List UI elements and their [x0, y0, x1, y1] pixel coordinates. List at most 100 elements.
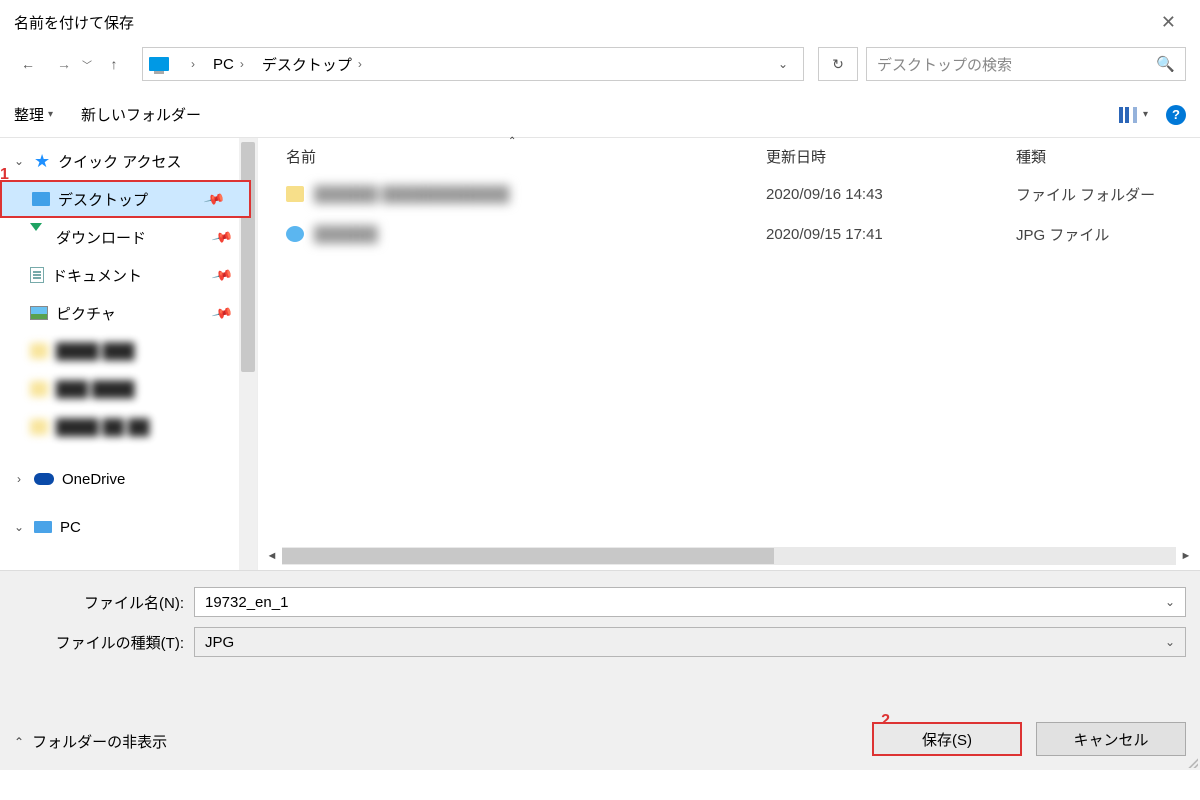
refresh-button[interactable]: ↻ — [818, 47, 858, 81]
view-icon — [1119, 107, 1137, 123]
tree-pc-label: PC — [60, 519, 81, 536]
tree-pictures[interactable]: ピクチャ 📌 — [0, 294, 257, 332]
pc-icon — [34, 521, 52, 533]
pictures-icon — [30, 306, 48, 320]
tree-quick-access-label: クイック アクセス — [58, 151, 181, 172]
navigation-row: ← → ﹀ ↑ › PC› デスクトップ› ⌄ ↻ デスクトップの検索 🔍 — [0, 44, 1200, 92]
chevron-down-icon[interactable]: ⌄ — [1165, 635, 1175, 649]
hide-folders-label: フォルダーの非表示 — [32, 731, 167, 752]
filetype-label: ファイルの種類(T): — [14, 632, 194, 653]
pin-icon: 📌 — [210, 301, 234, 324]
filetype-value: JPG — [205, 634, 234, 651]
download-icon — [30, 229, 48, 245]
tree-pictures-label: ピクチャ — [56, 303, 116, 324]
dialog-buttons: 保存(S) キャンセル — [872, 722, 1186, 756]
forward-button: → — [50, 50, 78, 78]
file-row-jpg[interactable]: ██████ 2020/09/15 17:41 JPG ファイル — [258, 214, 1200, 254]
column-name[interactable]: 名前 — [286, 146, 766, 167]
file-date: 2020/09/16 14:43 — [766, 186, 1016, 203]
tree-documents-label: ドキュメント — [52, 265, 142, 286]
scrollbar-track[interactable] — [282, 547, 1176, 565]
window-title: 名前を付けて保存 — [14, 12, 134, 33]
file-date: 2020/09/15 17:41 — [766, 226, 1016, 243]
folder-icon — [32, 192, 50, 206]
up-button[interactable]: ↑ — [100, 50, 128, 78]
resize-grip-icon[interactable] — [1186, 756, 1198, 768]
tree-item-blurred-label: ███ ████ — [56, 381, 135, 398]
document-icon — [30, 267, 44, 283]
breadcrumb-desktop[interactable]: デスクトップ› — [258, 54, 372, 75]
chevron-down-icon[interactable]: ⌄ — [12, 154, 26, 168]
scroll-left-icon[interactable]: ◄ — [262, 550, 282, 562]
column-date[interactable]: 更新日時 — [766, 146, 1016, 167]
folder-tree: 1 ⌄ ★ クイック アクセス デスクトップ 📌 ダウンロード 📌 ドキュメント… — [0, 138, 258, 570]
tree-desktop-label: デスクトップ — [58, 189, 148, 210]
tree-item-blurred-label: ████ ███ — [56, 343, 135, 360]
search-input[interactable]: デスクトップの検索 🔍 — [866, 47, 1186, 81]
filename-label: ファイル名(N): — [14, 592, 194, 613]
titlebar: 名前を付けて保存 ✕ — [0, 0, 1200, 44]
tree-onedrive-label: OneDrive — [62, 471, 125, 488]
horizontal-scrollbar[interactable]: ◄ ► — [262, 546, 1196, 566]
file-row-folder[interactable]: ██████ ████████████ 2020/09/16 14:43 ファイ… — [258, 174, 1200, 214]
sort-indicator-icon: ⌃ — [508, 136, 516, 147]
tree-pc[interactable]: ⌄ PC — [0, 508, 257, 546]
filetype-row: ファイルの種類(T): JPG ⌄ — [14, 627, 1186, 657]
back-button[interactable]: ← — [14, 50, 42, 78]
organize-label: 整理 — [14, 104, 44, 125]
tree-desktop[interactable]: デスクトップ 📌 — [0, 180, 251, 218]
folder-icon — [286, 186, 304, 202]
history-dropdown-icon[interactable]: ﹀ — [82, 57, 92, 72]
breadcrumb-pc-label: PC — [213, 56, 234, 73]
tree-item-blurred-3[interactable]: ████ ██ ██ — [0, 408, 257, 446]
file-type: ファイル フォルダー — [1016, 184, 1200, 205]
tree-item-blurred-2[interactable]: ███ ████ — [0, 370, 257, 408]
cloud-icon — [34, 473, 54, 485]
organize-menu[interactable]: 整理 ▾ — [14, 104, 53, 125]
tree-onedrive[interactable]: › OneDrive — [0, 460, 257, 498]
hide-folders-toggle[interactable]: ⌃ フォルダーの非表示 — [14, 731, 167, 752]
new-folder-button[interactable]: 新しいフォルダー — [81, 104, 201, 125]
column-type[interactable]: 種類 — [1016, 146, 1200, 167]
main-panel: 1 ⌄ ★ クイック アクセス デスクトップ 📌 ダウンロード 📌 ドキュメント… — [0, 138, 1200, 570]
search-icon: 🔍 — [1156, 55, 1175, 73]
chevron-right-icon[interactable]: › — [12, 472, 26, 486]
column-name-label: 名前 — [286, 146, 316, 167]
breadcrumb-pc[interactable]: PC› — [209, 56, 254, 73]
tree-quick-access[interactable]: ⌄ ★ クイック アクセス — [0, 142, 257, 180]
breadcrumb-desktop-label: デスクトップ — [262, 54, 352, 75]
chevron-down-icon[interactable]: ⌄ — [12, 520, 26, 534]
cancel-button[interactable]: キャンセル — [1036, 722, 1186, 756]
tree-item-blurred-1[interactable]: ████ ███ — [0, 332, 257, 370]
tree-downloads-label: ダウンロード — [56, 227, 146, 248]
filename-value: 19732_en_1 — [205, 594, 288, 611]
save-button[interactable]: 保存(S) — [872, 722, 1022, 756]
tree-documents[interactable]: ドキュメント 📌 — [0, 256, 257, 294]
tree-downloads[interactable]: ダウンロード 📌 — [0, 218, 257, 256]
close-icon[interactable]: ✕ — [1151, 8, 1186, 37]
file-list: ⌃ 名前 更新日時 種類 ██████ ████████████ 2020/09… — [258, 138, 1200, 570]
file-name-blurred: ██████ — [314, 226, 378, 243]
folder-icon — [30, 419, 48, 435]
search-placeholder: デスクトップの検索 — [877, 54, 1012, 75]
tree-item-blurred-label: ████ ██ ██ — [56, 419, 149, 436]
filename-input[interactable]: 19732_en_1 ⌄ — [194, 587, 1186, 617]
folder-icon — [30, 343, 48, 359]
monitor-icon — [149, 57, 169, 71]
column-headers: ⌃ 名前 更新日時 種類 — [258, 138, 1200, 174]
form-area: ファイル名(N): 19732_en_1 ⌄ ファイルの種類(T): JPG ⌄… — [0, 570, 1200, 770]
scroll-right-icon[interactable]: ► — [1176, 550, 1196, 562]
view-mode-button[interactable]: ▾ — [1119, 107, 1148, 123]
scrollbar-thumb[interactable] — [282, 548, 774, 564]
jpg-icon — [286, 226, 304, 242]
filetype-select[interactable]: JPG ⌄ — [194, 627, 1186, 657]
pin-icon: 📌 — [202, 187, 226, 210]
pin-icon: 📌 — [210, 225, 234, 248]
address-bar[interactable]: › PC› デスクトップ› ⌄ — [142, 47, 804, 81]
address-dropdown-icon[interactable]: ⌄ — [769, 48, 797, 80]
file-type: JPG ファイル — [1016, 224, 1200, 245]
breadcrumb-chevron[interactable]: › — [181, 57, 205, 71]
help-icon[interactable]: ? — [1166, 105, 1186, 125]
chevron-down-icon[interactable]: ⌄ — [1165, 595, 1175, 609]
file-name-blurred: ██████ ████████████ — [314, 186, 509, 203]
